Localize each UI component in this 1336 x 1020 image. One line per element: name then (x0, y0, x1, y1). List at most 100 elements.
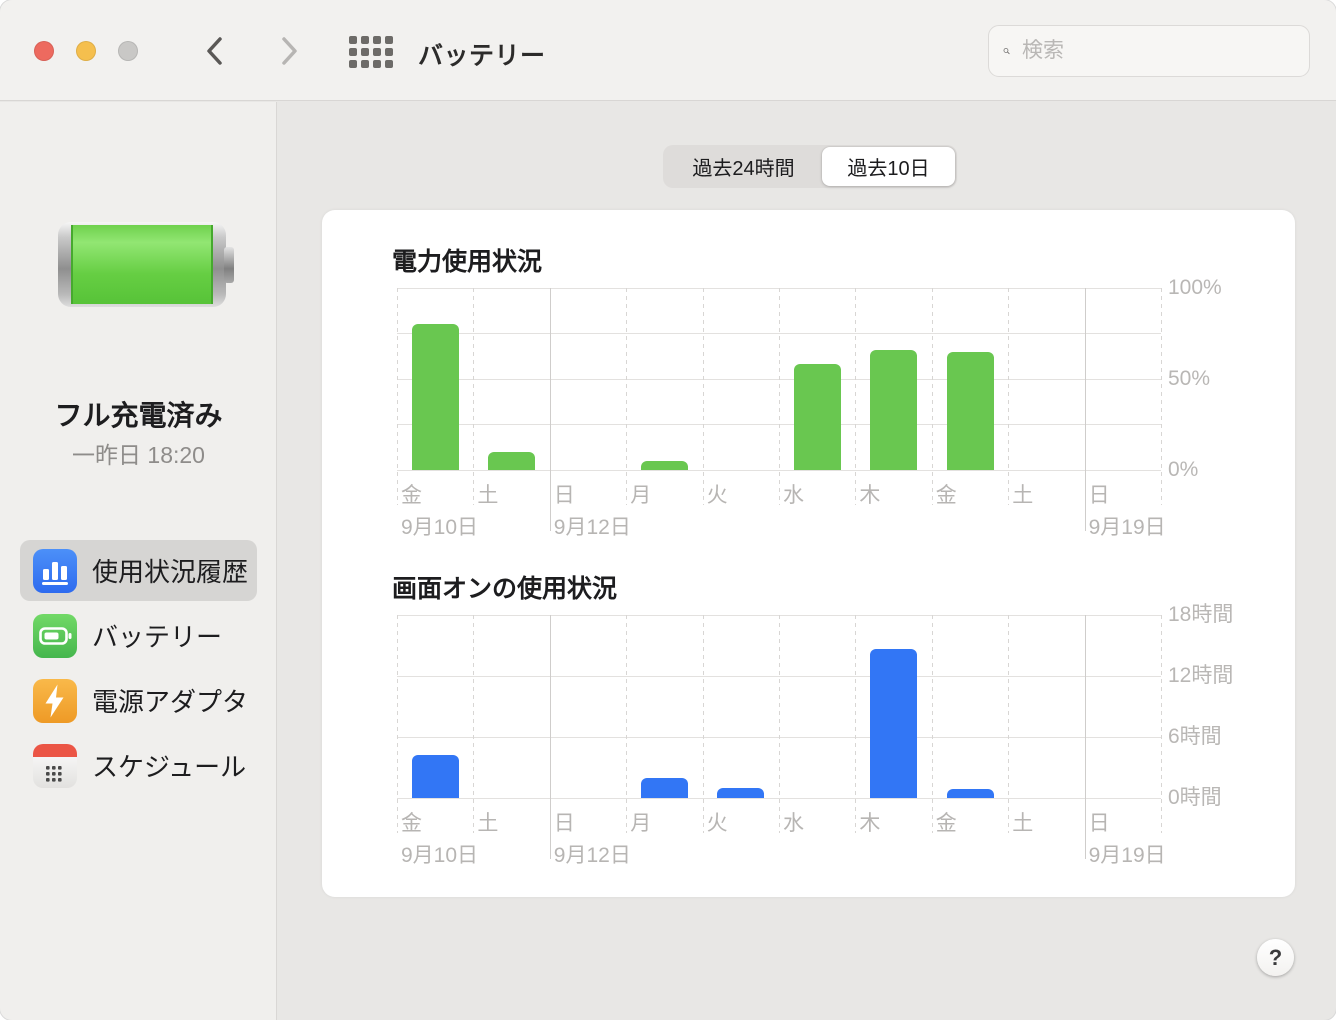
usage-charts-card: 電力使用状況 0%50%100%金土日月火水木金土日9月10日9月12日9月19… (322, 210, 1295, 897)
usage-history-icon (33, 549, 77, 593)
gridline-vertical (855, 288, 856, 505)
gridline-vertical (855, 615, 856, 833)
battery-icon (33, 614, 77, 658)
sidebar-item-schedule[interactable]: スケジュール (20, 735, 257, 796)
gridline-vertical (1008, 288, 1009, 505)
bar (412, 755, 459, 798)
gridline-vertical (473, 288, 474, 505)
time-range-segmented-control: 過去24時間 過去10日 (663, 145, 957, 188)
tab-past-10-days[interactable]: 過去10日 (822, 147, 955, 186)
x-axis-day-label: 金 (401, 807, 422, 837)
toolbar: バッテリー (0, 0, 1336, 101)
gridline-vertical (1161, 615, 1162, 833)
battery-full-illustration (58, 222, 226, 307)
gridline-vertical (1161, 288, 1162, 505)
y-axis-label: 12時間 (1168, 664, 1233, 688)
x-axis-day-label: 日 (1089, 479, 1110, 509)
gridline-vertical (932, 615, 933, 833)
x-axis-date-label: 9月10日 (401, 839, 478, 869)
x-axis-day-label: 金 (401, 479, 422, 509)
zoom-button[interactable] (118, 41, 138, 61)
battery-preferences-window: バッテリー フル充電済み 一昨日 18:20 使用状況履歴 バッテリー 電源アダ… (0, 0, 1336, 1020)
gridline-week-start (550, 615, 551, 859)
x-axis-date-label: 9月10日 (401, 511, 478, 541)
gridline-vertical (397, 615, 398, 833)
sidebar: フル充電済み 一昨日 18:20 使用状況履歴 バッテリー 電源アダプタ スケジ… (0, 102, 277, 1020)
y-axis-label: 0% (1168, 458, 1198, 482)
sidebar-item-label: バッテリー (92, 617, 222, 654)
gridline-vertical (626, 288, 627, 505)
bar (488, 452, 535, 470)
x-axis-date-label: 9月19日 (1089, 839, 1166, 869)
chart-title: 画面オンの使用状況 (392, 569, 617, 605)
x-axis-day-label: 土 (1012, 807, 1033, 837)
schedule-icon (33, 744, 77, 788)
bar (794, 364, 841, 470)
gridline-vertical (626, 615, 627, 833)
gridline-week-start (1085, 615, 1086, 859)
search-icon (1003, 38, 1010, 64)
show-all-grid-button[interactable] (348, 35, 394, 69)
y-axis-label: 50% (1168, 367, 1210, 391)
close-button[interactable] (34, 41, 54, 61)
chart-plot-area: 0時間6時間12時間18時間金土日月火水木金土日9月10日9月12日9月19日 (397, 615, 1161, 798)
battery-status-title: フル充電済み (0, 394, 277, 434)
window-title: バッテリー (418, 36, 546, 72)
gridline-vertical (703, 288, 704, 505)
y-axis-label: 18時間 (1168, 603, 1233, 627)
forward-button[interactable] (276, 36, 302, 66)
x-axis-day-label: 日 (554, 479, 575, 509)
gridline-week-start (1085, 288, 1086, 531)
chevron-right-icon (276, 36, 302, 66)
x-axis-day-label: 水 (783, 479, 804, 509)
bar (641, 778, 688, 798)
bar (947, 789, 994, 798)
x-axis-day-label: 月 (630, 479, 651, 509)
x-axis-day-label: 木 (859, 479, 880, 509)
x-axis-day-label: 月 (630, 807, 651, 837)
tab-past-24-hours[interactable]: 過去24時間 (665, 147, 822, 186)
bar (717, 788, 764, 798)
gridline-vertical (397, 288, 398, 505)
x-axis-day-label: 日 (554, 807, 575, 837)
y-axis-label: 0時間 (1168, 786, 1222, 810)
sidebar-item-battery[interactable]: バッテリー (20, 605, 257, 666)
x-axis-day-label: 金 (936, 807, 957, 837)
power-adapter-icon (33, 679, 77, 723)
bar (641, 461, 688, 470)
gridline-vertical (779, 615, 780, 833)
x-axis-day-label: 木 (859, 807, 880, 837)
chevron-left-icon (202, 36, 228, 66)
x-axis-day-label: 火 (707, 807, 728, 837)
x-axis-day-label: 金 (936, 479, 957, 509)
x-axis-day-label: 土 (1012, 479, 1033, 509)
back-button[interactable] (202, 36, 228, 66)
help-button[interactable]: ? (1257, 939, 1294, 976)
x-axis-day-label: 土 (477, 807, 498, 837)
x-axis-day-label: 火 (707, 479, 728, 509)
search-field (988, 25, 1310, 77)
x-axis-date-label: 9月19日 (1089, 511, 1166, 541)
x-axis-date-label: 9月12日 (554, 511, 631, 541)
bar (412, 324, 459, 470)
chart-title: 電力使用状況 (392, 242, 542, 278)
gridline-vertical (703, 615, 704, 833)
x-axis-day-label: 日 (1089, 807, 1110, 837)
bar (870, 350, 917, 470)
gridline-week-start (550, 288, 551, 531)
sidebar-item-usage-history[interactable]: 使用状況履歴 (20, 540, 257, 601)
bar (870, 649, 917, 798)
sidebar-item-power-adapter[interactable]: 電源アダプタ (20, 670, 257, 731)
y-axis-label: 100% (1168, 276, 1222, 300)
gridline-vertical (932, 288, 933, 505)
battery-status-time: 一昨日 18:20 (0, 436, 277, 470)
x-axis-day-label: 水 (783, 807, 804, 837)
gridline-vertical (779, 288, 780, 505)
search-input[interactable] (1020, 38, 1295, 64)
sidebar-item-label: 使用状況履歴 (92, 552, 248, 589)
minimize-button[interactable] (76, 41, 96, 61)
gridline-vertical (1008, 615, 1009, 833)
x-axis-date-label: 9月12日 (554, 839, 631, 869)
gridline-vertical (473, 615, 474, 833)
sidebar-item-label: スケジュール (92, 747, 246, 784)
